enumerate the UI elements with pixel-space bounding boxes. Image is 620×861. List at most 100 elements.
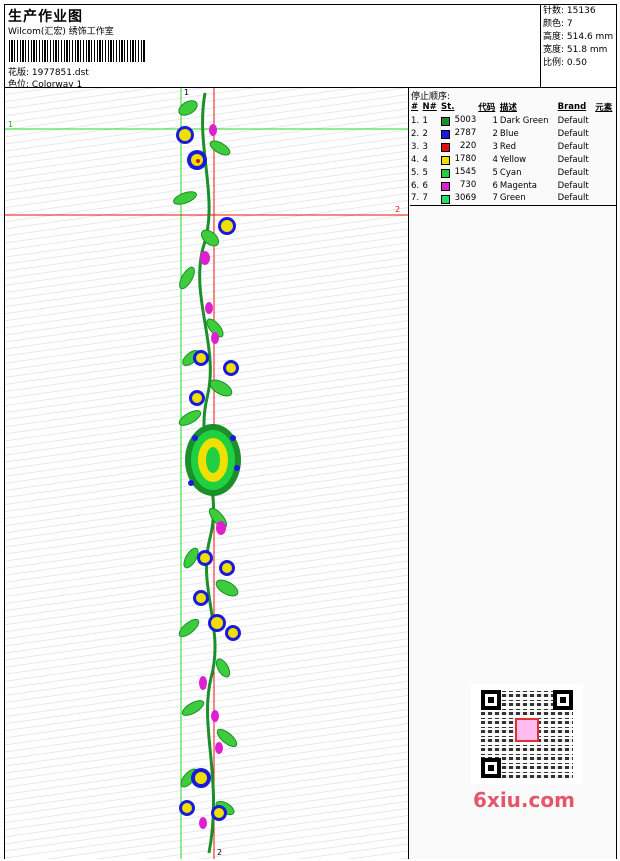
row-description: Dark Green <box>499 114 557 127</box>
row-stitches-text: 3069 <box>454 192 477 203</box>
row-description: Blue <box>499 127 557 140</box>
row-brand: Default <box>557 166 595 179</box>
row-description-text: Cyan <box>499 167 522 178</box>
row-code: 1 <box>477 114 499 127</box>
row-brand-text: Default <box>557 167 589 178</box>
row-description-text: Dark Green <box>499 115 549 126</box>
row-brand-text: Default <box>557 193 589 204</box>
row-code-text: 3 <box>492 141 498 152</box>
row-needle: 5 <box>422 166 441 179</box>
row-index-text: 7. <box>411 193 420 204</box>
header-panel: 生产作业图 Wilcom(汇宏) 绣饰工作室 花版: 1977851.dst 色… <box>5 5 541 90</box>
qr-seal-icon <box>515 718 539 742</box>
row-needle: 2 <box>422 127 441 140</box>
row-brand: Default <box>557 140 595 153</box>
central-flower <box>185 424 241 496</box>
qr-eye-top-right <box>553 690 573 710</box>
row-index-text: 3. <box>411 141 420 152</box>
row-brand-text: Default <box>557 180 589 191</box>
row-needle: 3 <box>422 140 441 153</box>
row-description-text: Red <box>499 141 517 152</box>
table-row[interactable]: 6. 6 730 6 Magenta Default <box>410 179 616 192</box>
row-brand-text: Default <box>557 115 589 126</box>
row-stitches-text: 1545 <box>454 167 477 177</box>
row-element <box>594 179 616 192</box>
row-code: 6 <box>477 179 499 192</box>
table-header-row: # N# St. 代码 描述 Brand 元素 <box>410 100 616 114</box>
row-code-text: 7 <box>492 193 498 204</box>
row-index: 6. <box>410 179 422 192</box>
row-needle-text: 1 <box>422 115 428 126</box>
color-swatch <box>441 182 451 191</box>
row-needle: 4 <box>422 153 441 166</box>
color-swatch <box>441 130 451 139</box>
row-brand: Default <box>557 192 595 205</box>
color-swatch <box>441 143 451 152</box>
row-needle: 7 <box>422 192 441 205</box>
row-stitches-text: 2787 <box>454 128 477 138</box>
guide-label-h1: 1 <box>8 120 14 129</box>
row-brand: Default <box>557 179 595 192</box>
table-row[interactable]: 3. 3 220 3 Red Default <box>410 140 616 153</box>
row-description: Magenta <box>499 179 557 192</box>
row-element <box>594 114 616 127</box>
table-row[interactable]: 1. 1 5003 1 Dark Green Default <box>410 114 616 127</box>
row-brand-text: Default <box>557 128 589 139</box>
row-brand: Default <box>557 153 595 166</box>
stat-width: 宽度: 51.8 mm <box>543 45 608 55</box>
table-row[interactable]: 2. 2 2787 2 Blue Default <box>410 127 616 140</box>
row-brand-text: Default <box>557 154 589 165</box>
row-index-text: 4. <box>411 154 420 165</box>
guide-label-v1: 1 <box>184 88 190 97</box>
row-code-text: 6 <box>492 180 498 191</box>
row-stitches-text: 5003 <box>454 115 477 125</box>
design-canvas[interactable]: 1 1 2 2 <box>5 88 409 859</box>
row-stitches: 2787 <box>440 127 477 140</box>
stop-sequence-table: # N# St. 代码 描述 Brand 元素 1. 1 5003 1 Dark Gre… <box>410 100 616 206</box>
color-swatch <box>441 117 451 126</box>
row-element <box>594 192 616 205</box>
row-code: 4 <box>477 153 499 166</box>
qr-code <box>471 684 583 784</box>
row-element <box>594 140 616 153</box>
row-code-text: 4 <box>492 154 498 165</box>
row-needle: 6 <box>422 179 441 192</box>
color-swatch <box>441 194 451 204</box>
studio-subtitle: Wilcom(汇宏) 绣饰工作室 <box>8 27 114 37</box>
barcode <box>9 40 145 62</box>
row-needle: 1 <box>422 114 441 127</box>
row-brand: Default <box>557 114 595 127</box>
col-index: # <box>411 102 419 112</box>
row-index-text: 1. <box>411 115 420 126</box>
table-row[interactable]: 5. 5 1545 5 Cyan Default <box>410 166 616 179</box>
row-description: Red <box>499 140 557 153</box>
row-stitches-text: 1780 <box>454 154 477 164</box>
row-index: 4. <box>410 153 422 166</box>
table-row[interactable]: 4. 4 1780 4 Yellow Default <box>410 153 616 166</box>
embroidery-preview <box>5 88 408 859</box>
row-needle-text: 2 <box>422 128 428 139</box>
stat-height: 高度: 514.6 mm <box>543 32 614 42</box>
row-description: Cyan <box>499 166 557 179</box>
row-code-text: 1 <box>492 115 498 126</box>
table-row[interactable]: 7. 7 3069 7 Green Default <box>410 192 616 205</box>
row-index: 1. <box>410 114 422 127</box>
stat-scale: 比例: 0.50 <box>543 58 587 68</box>
col-needle: N# <box>422 102 437 112</box>
row-code: 5 <box>477 166 499 179</box>
col-brand: Brand <box>557 102 587 112</box>
row-index-text: 5. <box>411 167 420 178</box>
color-swatch <box>441 169 451 178</box>
row-needle-text: 6 <box>422 180 428 191</box>
row-brand-text: Default <box>557 141 589 152</box>
row-description-text: Yellow <box>499 154 527 165</box>
col-element: 元素 <box>595 103 613 113</box>
row-description-text: Magenta <box>499 180 538 191</box>
stat-stitches: 针数: 15136 <box>543 6 596 16</box>
stat-colors: 颜色: 7 <box>543 19 573 29</box>
page-title: 生产作业图 <box>8 9 83 25</box>
row-description: Yellow <box>499 153 557 166</box>
row-index-text: 6. <box>411 180 420 191</box>
stop-sequence-panel: 停止顺序: # N# St. 代码 描述 Brand 元素 1. 1 5003 1 Da… <box>409 88 616 859</box>
row-stitches: 220 <box>440 140 477 153</box>
